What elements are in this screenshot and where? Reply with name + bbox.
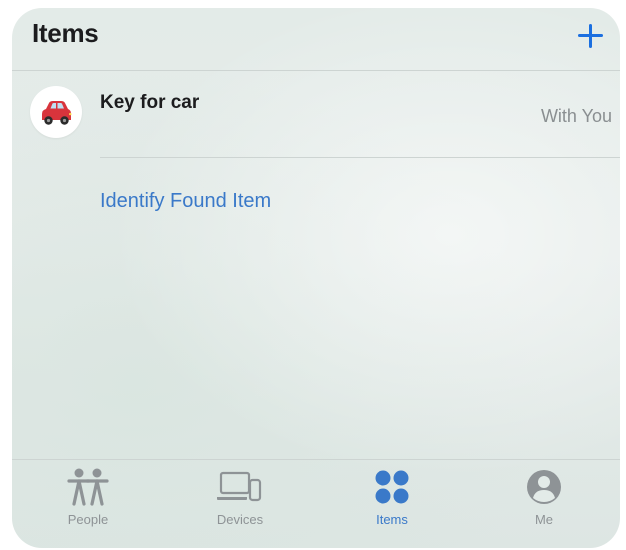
page-title: Items: [32, 18, 99, 48]
add-item-button[interactable]: [575, 20, 607, 52]
tab-bar: People Devices Items Me: [12, 460, 620, 548]
item-name: Key for car: [100, 92, 200, 113]
tab-items[interactable]: Items: [316, 460, 468, 548]
devices-icon: [217, 471, 262, 502]
tab-label: People: [67, 512, 109, 527]
item-divider: [100, 157, 620, 158]
list-item[interactable]: Key for car With You: [12, 70, 620, 158]
person-circle-icon: [527, 470, 561, 504]
item-status: With You: [540, 106, 612, 126]
tab-label: Items: [376, 512, 408, 527]
item-avatar: [30, 86, 82, 138]
people-icon: [67, 468, 109, 506]
tab-people[interactable]: People: [12, 460, 164, 548]
tab-label: Devices: [216, 512, 264, 527]
items-grid-icon: [375, 470, 409, 504]
find-my-items-panel: Items Key for car With You Identify Foun…: [12, 8, 620, 548]
red-car-emoji-icon: [42, 101, 72, 125]
tab-label: Me: [534, 512, 554, 527]
tab-me[interactable]: Me: [468, 460, 620, 548]
tab-devices[interactable]: Devices: [164, 460, 316, 548]
header: Items: [12, 8, 620, 70]
identify-found-item-link[interactable]: Identify Found Item: [100, 190, 271, 213]
